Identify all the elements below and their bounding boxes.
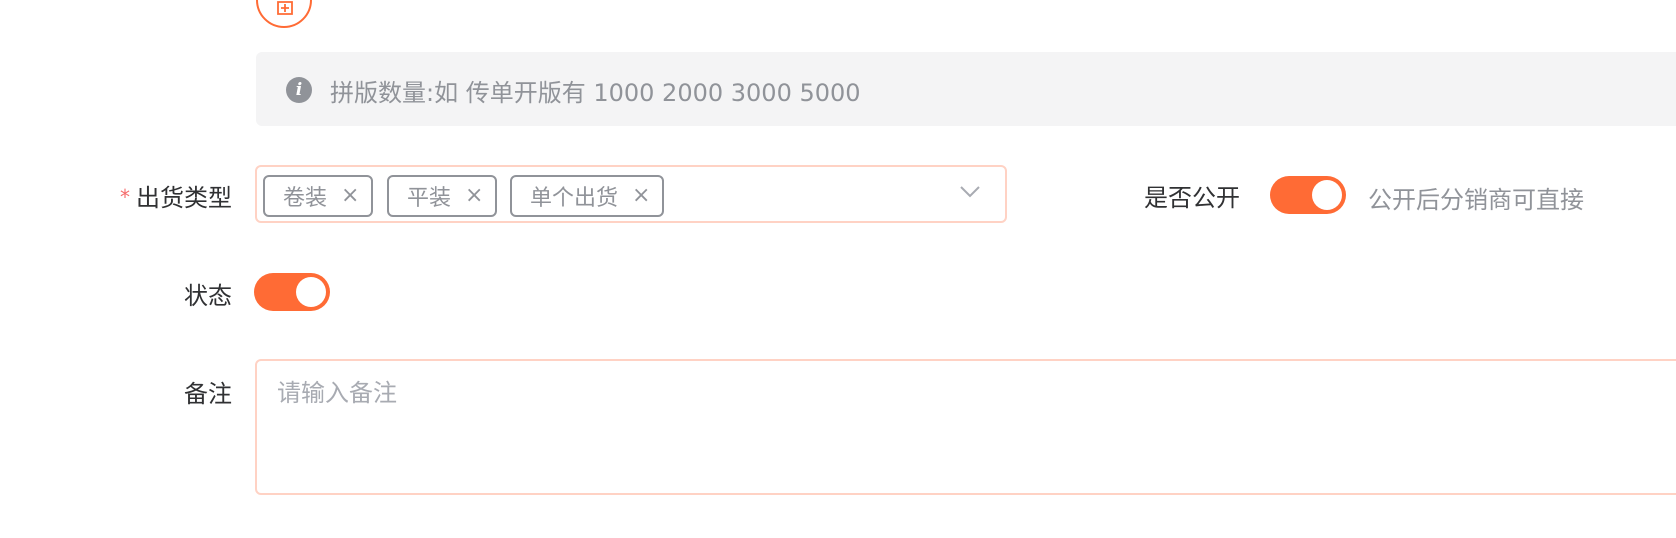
- tag-flat-pack: 平装 ×: [387, 175, 498, 217]
- tag-close-icon[interactable]: ×: [341, 185, 359, 207]
- remark-textarea[interactable]: [257, 361, 1676, 493]
- required-mark: *: [120, 185, 130, 209]
- info-circle-icon: i: [286, 77, 312, 103]
- tag-label: 单个出货: [530, 186, 619, 211]
- tag-single-shipment: 单个出货 ×: [510, 175, 665, 217]
- status-switch[interactable]: [254, 273, 330, 311]
- tag-close-icon[interactable]: ×: [632, 185, 650, 207]
- tag-roll-pack: 卷装 ×: [263, 175, 374, 217]
- remark-field[interactable]: [255, 359, 1676, 495]
- add-file-button[interactable]: [256, 0, 312, 28]
- remark-label: 备注: [184, 380, 232, 408]
- chevron-down-icon[interactable]: [959, 185, 981, 199]
- info-alert: i 拼版数量:如 传单开版有 1000 2000 3000 5000: [256, 52, 1676, 126]
- switch-knob: [1312, 180, 1342, 210]
- is-public-label: 是否公开: [1144, 184, 1240, 212]
- is-public-switch[interactable]: [1270, 176, 1346, 214]
- shipping-type-label: * 出货类型: [120, 178, 232, 213]
- add-file-icon: [277, 1, 293, 15]
- status-label: 状态: [184, 282, 232, 310]
- tag-label: 平装: [407, 186, 452, 211]
- info-text: 拼版数量:如 传单开版有 1000 2000 3000 5000: [330, 79, 861, 107]
- tag-close-icon[interactable]: ×: [465, 185, 483, 207]
- shipping-type-select[interactable]: 卷装 × 平装 × 单个出货 ×: [255, 165, 1007, 223]
- is-public-hint: 公开后分销商可直接: [1368, 186, 1584, 214]
- switch-knob: [296, 277, 326, 307]
- tag-label: 卷装: [283, 186, 328, 211]
- shipping-type-label-text: 出货类型: [136, 184, 232, 212]
